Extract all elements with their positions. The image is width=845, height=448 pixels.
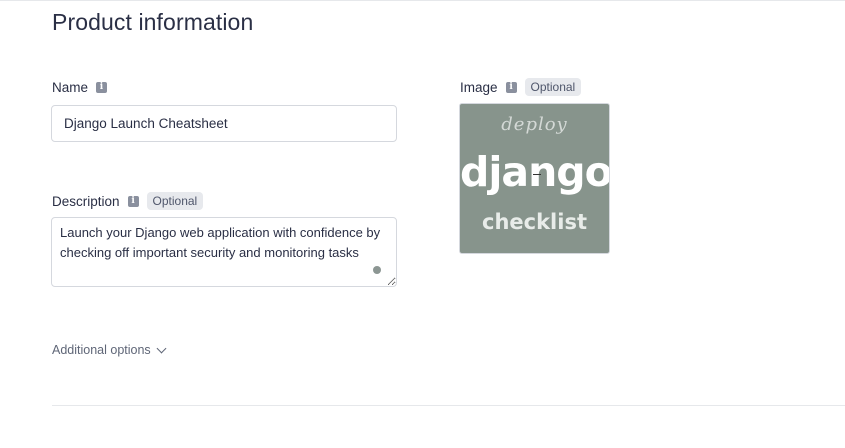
info-icon[interactable]: i bbox=[127, 195, 139, 207]
thumbnail-text-django: django bbox=[460, 148, 610, 196]
product-image-thumbnail[interactable]: deploy django checklist bbox=[459, 103, 610, 254]
info-icon[interactable]: i bbox=[96, 82, 108, 93]
additional-options-toggle[interactable]: Additional options bbox=[52, 343, 167, 357]
image-label: Image bbox=[460, 79, 498, 95]
product-information-form: Product information Name i Description i… bbox=[0, 0, 845, 448]
chevron-down-icon bbox=[156, 343, 167, 353]
grammar-check-dot-icon[interactable] bbox=[373, 266, 381, 274]
name-input[interactable] bbox=[51, 105, 397, 142]
name-label-row: Name i bbox=[52, 80, 108, 95]
optional-badge: Optional bbox=[146, 192, 204, 210]
bottom-divider bbox=[52, 405, 845, 406]
image-label-row: Image i Optional bbox=[460, 78, 582, 96]
description-label-row: Description i Optional bbox=[52, 192, 204, 210]
page-title: Product information bbox=[52, 9, 254, 35]
description-textarea[interactable]: Launch your Django web application with … bbox=[51, 217, 397, 287]
description-label: Description bbox=[52, 193, 120, 209]
thumbnail-text-checklist: checklist bbox=[482, 210, 587, 234]
top-divider bbox=[0, 0, 845, 1]
info-icon[interactable]: i bbox=[505, 81, 517, 93]
name-label: Name bbox=[52, 80, 89, 95]
text-cursor-icon bbox=[533, 174, 541, 175]
optional-badge: Optional bbox=[524, 78, 582, 96]
thumbnail-text-deploy: deploy bbox=[501, 114, 568, 135]
additional-options-label: Additional options bbox=[52, 343, 151, 357]
